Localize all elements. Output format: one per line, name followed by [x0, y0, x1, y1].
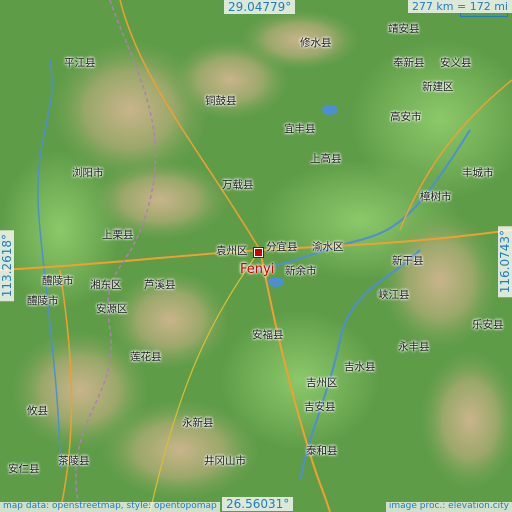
place-label: 永丰县	[398, 341, 430, 353]
place-label: 浏阳市	[72, 167, 104, 179]
place-label: 修水县	[300, 37, 332, 49]
place-label: 新建区	[422, 81, 454, 93]
place-label: 乐安县	[472, 319, 504, 331]
place-label: 上高县	[310, 153, 342, 165]
place-label: 攸县	[27, 405, 48, 417]
place-label: 丰城市	[462, 167, 494, 179]
longitude-right: 116.0743°	[498, 226, 512, 298]
latitude-bottom: 26.56031°	[222, 497, 294, 511]
place-label: 平江县	[64, 57, 96, 69]
place-label: 分宜县	[266, 241, 298, 253]
scale-bar	[460, 13, 508, 17]
place-label: 宜丰县	[284, 123, 316, 135]
place-label: 湘东区	[90, 279, 122, 291]
latitude-top: 29.04779°	[224, 0, 296, 14]
target-location-marker[interactable]	[254, 248, 263, 257]
place-label: 铜鼓县	[205, 95, 237, 107]
target-location-name: Fenyi	[240, 262, 275, 277]
place-label: 安福县	[252, 329, 284, 341]
place-label: 袁州区	[216, 245, 248, 257]
place-label: 安源区	[96, 303, 128, 315]
place-label: 芦溪县	[144, 279, 176, 291]
place-label: 醴陵市	[27, 295, 59, 307]
scale-label: 277 km = 172 mi	[407, 0, 512, 13]
place-label: 安义县	[440, 57, 472, 69]
place-label: 奉新县	[393, 57, 425, 69]
place-label: 渝水区	[312, 241, 344, 253]
place-label: 高安市	[390, 111, 422, 123]
place-label: 吉水县	[344, 361, 376, 373]
place-label: 莲花县	[130, 351, 162, 363]
place-label: 吉安县	[304, 401, 336, 413]
longitude-left: 113.2618°	[0, 230, 14, 302]
place-label: 井冈山市	[204, 455, 246, 467]
attribution-image-processing: image proc.: elevation.city	[385, 501, 512, 512]
place-label: 靖安县	[388, 23, 420, 35]
place-label: 永新县	[182, 417, 214, 429]
place-label: 安仁县	[8, 463, 40, 475]
place-label: 泰和县	[306, 445, 338, 457]
place-label: 醴陵市	[42, 275, 74, 287]
place-label: 上栗县	[102, 229, 134, 241]
place-label: 新余市	[285, 265, 317, 277]
place-label: 新干县	[392, 255, 424, 267]
map[interactable]: 29.04779° 26.56031° 113.2618° 116.0743° …	[0, 0, 512, 512]
place-label: 峡江县	[378, 289, 410, 301]
place-label: 万载县	[222, 179, 254, 191]
place-label: 樟树市	[420, 191, 452, 203]
place-label: 吉州区	[306, 377, 338, 389]
attribution-map-data: map data: openstreetmap, style: opentopo…	[0, 501, 220, 512]
place-label: 茶陵县	[58, 455, 90, 467]
